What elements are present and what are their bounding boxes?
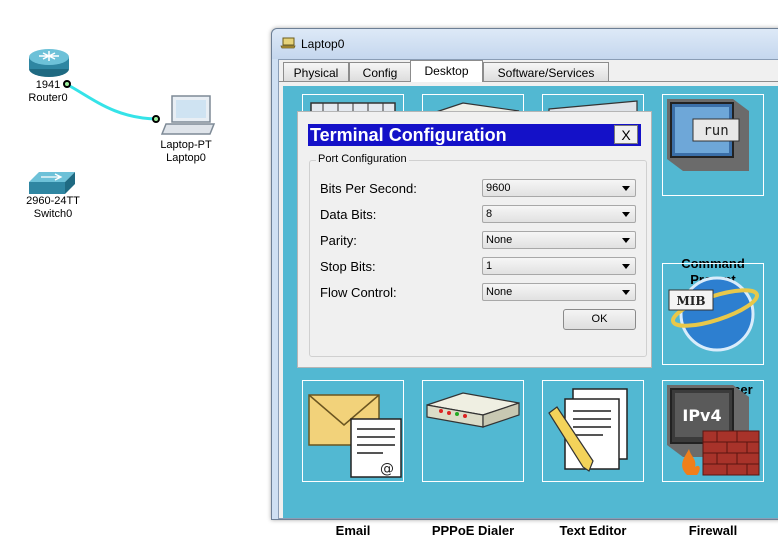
app-label-email[interactable]: Email: [298, 523, 408, 539]
router-device[interactable]: [25, 47, 73, 79]
bits-per-second-value: 9600: [486, 182, 511, 194]
chevron-down-icon: [622, 186, 630, 191]
data-bits-value: 8: [486, 208, 493, 220]
data-bits-select[interactable]: 8: [482, 205, 636, 223]
laptop-model: Laptop-PT: [160, 139, 212, 151]
switch-icon: [29, 172, 75, 194]
chevron-down-icon: [622, 264, 630, 269]
app-tile-mib-browser[interactable]: MIB: [662, 263, 764, 365]
app-label-firewall[interactable]: Firewall: [658, 523, 768, 539]
laptop-device[interactable]: [160, 94, 216, 136]
switch-device[interactable]: [27, 170, 77, 196]
stop-bits-select[interactable]: 1: [482, 257, 636, 275]
router-laptop-link[interactable]: [67, 83, 158, 121]
dialog-title: Terminal Configuration: [310, 125, 507, 145]
laptop-port-dot: [152, 115, 160, 123]
dialog-titlebar: Terminal Configuration X: [308, 124, 641, 146]
firewall-icon: IPv4: [667, 385, 760, 476]
switch-model: 2960-24TT: [26, 195, 80, 207]
router-icon: [29, 49, 69, 77]
email-icon: @: [308, 394, 402, 478]
chevron-down-icon: [622, 238, 630, 243]
app-tile-command-prompt[interactable]: run: [662, 94, 764, 196]
chevron-down-icon: [622, 290, 630, 295]
data-bits-label: Data Bits:: [320, 207, 377, 222]
app-label-text-editor[interactable]: Text Editor: [538, 523, 648, 539]
laptop-label: Laptop-PT Laptop0: [150, 139, 222, 165]
tab-physical[interactable]: Physical: [283, 62, 349, 82]
app-tile-firewall[interactable]: IPv4: [662, 380, 764, 482]
tab-divider: [279, 81, 778, 82]
text-editor-icon: [548, 388, 628, 472]
svg-text:IPv4: IPv4: [682, 406, 721, 425]
switch-name: Switch0: [33, 208, 73, 220]
router-port-dot: [63, 80, 71, 88]
laptop-icon: [160, 95, 216, 135]
dialog-close-button[interactable]: X: [614, 125, 638, 144]
chevron-down-icon: [622, 212, 630, 217]
ok-button[interactable]: OK: [563, 309, 636, 330]
tab-desktop[interactable]: Desktop: [410, 60, 483, 82]
parity-select[interactable]: None: [482, 231, 636, 249]
app-label-pppoe-dialer[interactable]: PPPoE Dialer: [418, 523, 528, 539]
window-titlebar[interactable]: Laptop0: [272, 29, 778, 59]
parity-label: Parity:: [320, 233, 357, 248]
laptop-name: Laptop0: [166, 152, 206, 164]
router-name: Router0: [28, 92, 68, 104]
flow-control-label: Flow Control:: [320, 285, 397, 300]
svg-text:run: run: [703, 123, 728, 139]
switch-label: 2960-24TT Switch0: [15, 195, 91, 221]
stop-bits-label: Stop Bits:: [320, 259, 376, 274]
svg-text:MIB: MIB: [676, 294, 705, 308]
tab-config[interactable]: Config: [349, 62, 411, 82]
command-prompt-icon: run: [667, 99, 749, 171]
pppoe-dialer-icon: [426, 392, 520, 428]
window-title: Laptop0: [301, 37, 345, 51]
flow-control-select[interactable]: None: [482, 283, 636, 301]
app-tile-pppoe-dialer[interactable]: [422, 380, 524, 482]
terminal-configuration-dialog[interactable]: Terminal Configuration X Port Configurat…: [297, 111, 652, 368]
bits-per-second-select[interactable]: 9600: [482, 179, 636, 197]
app-tile-text-editor[interactable]: [542, 380, 644, 482]
parity-value: None: [486, 234, 513, 246]
stop-bits-value: 1: [486, 260, 493, 272]
bits-per-second-label: Bits Per Second:: [320, 181, 417, 196]
svg-text:@: @: [380, 461, 394, 477]
mib-browser-icon: MIB: [668, 276, 760, 352]
flow-control-value: None: [486, 286, 513, 298]
laptop-window-icon: [280, 37, 296, 49]
port-configuration-legend: Port Configuration: [316, 153, 409, 165]
app-tile-email[interactable]: @: [302, 380, 404, 482]
tab-software-services[interactable]: Software/Services: [483, 62, 609, 82]
